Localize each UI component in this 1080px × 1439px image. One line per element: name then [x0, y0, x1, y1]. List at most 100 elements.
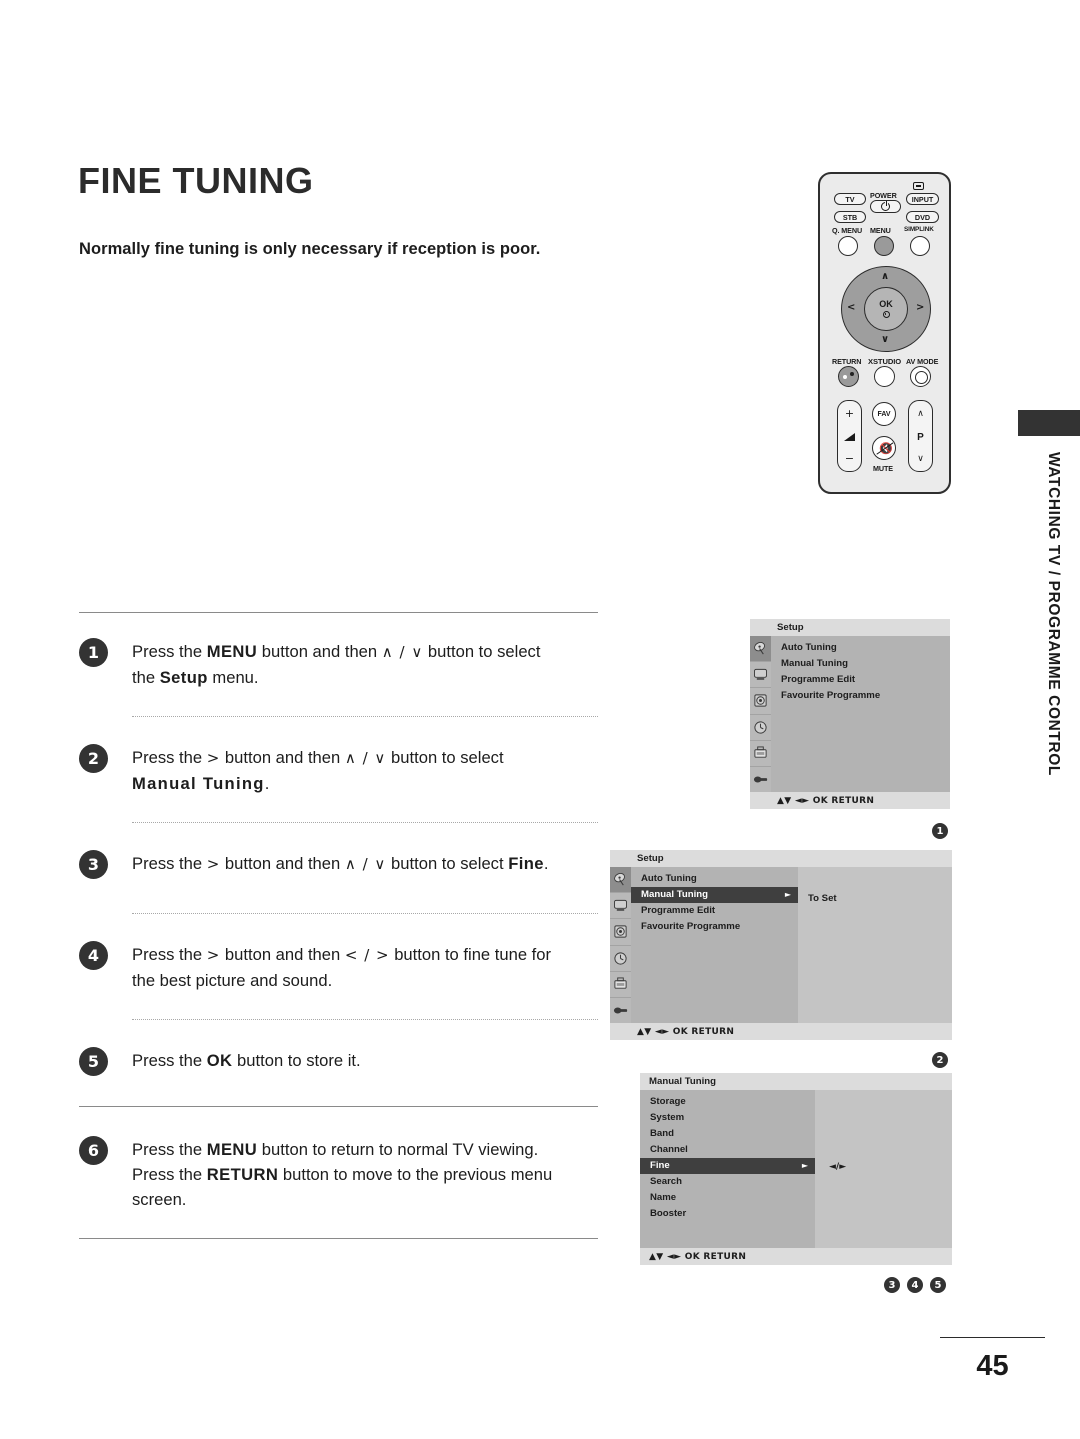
osd3-item-6[interactable]: Name	[640, 1190, 815, 1206]
chevron-right-icon: ►	[784, 890, 791, 899]
osd3-item-1[interactable]: System	[640, 1110, 815, 1126]
osd3-right-label: ◄/►	[829, 1162, 847, 1172]
step-1-l1a: Press the	[132, 642, 207, 661]
stb-button-label: STB	[842, 212, 858, 222]
stb-button[interactable]: STB	[834, 211, 866, 223]
osd1-icon-column	[750, 636, 771, 793]
av-mode-button[interactable]	[910, 366, 931, 387]
q-menu-label: Q. MENU	[832, 226, 863, 235]
osd3-marker-5: 5	[930, 1277, 946, 1293]
input-button[interactable]: INPUT	[906, 193, 939, 205]
volume-rocker[interactable]: + −	[837, 400, 862, 472]
dpad-down-icon: ∨	[881, 334, 890, 345]
xstudio-button[interactable]	[874, 366, 895, 387]
osd1-footer: ▲▼ ◄► OK RETURN	[750, 792, 950, 809]
osd3-body: Storage System Band Channel Fine ► Searc…	[640, 1090, 952, 1248]
osd2-title-text: Setup	[637, 853, 664, 864]
osd1-menu-column: Auto Tuning Manual Tuning Programme Edit…	[771, 636, 950, 792]
return-dot-a-icon	[843, 375, 847, 379]
fav-button[interactable]: FAV	[872, 402, 896, 426]
osd2-item-1-label: Manual Tuning	[641, 889, 708, 900]
osd2-item-2-label: Programme Edit	[641, 905, 716, 916]
step-4-l1a: Press the	[132, 945, 207, 964]
input-source-icon	[913, 182, 924, 190]
time-clock-icon[interactable]	[750, 714, 771, 741]
osd-manual-tuning-menu: Manual Tuning Storage System Band Channe…	[640, 1073, 952, 1265]
osd3-item-5-label: Search	[650, 1176, 682, 1187]
programme-rocker[interactable]: ∧ P ∨	[908, 400, 933, 472]
ok-button[interactable]: OK	[864, 287, 908, 331]
step-6-key2: RETURN	[206, 1165, 279, 1184]
page-number: 45	[976, 1350, 1009, 1382]
step-1-l2b: menu.	[207, 668, 259, 687]
picture-tv-icon[interactable]	[750, 662, 771, 689]
return-label: RETURN	[832, 357, 862, 366]
return-button[interactable]	[838, 366, 859, 387]
osd2-item-0[interactable]: Auto Tuning	[631, 871, 798, 887]
time-clock-icon[interactable]	[610, 945, 631, 972]
osd1-item-2[interactable]: Programme Edit	[771, 672, 950, 688]
step-2-key2: Manual Tuning	[132, 774, 265, 793]
osd1-item-3-label: Favourite Programme	[781, 690, 881, 701]
step-1-key: MENU	[206, 642, 258, 661]
volume-down-label: −	[844, 452, 855, 465]
instruction-steps: 1 Press the MENU button and then ∧ / ∨ b…	[79, 612, 598, 1239]
step-1-l2a: the	[132, 668, 160, 687]
power-icon	[881, 201, 890, 211]
osd2-item-2[interactable]: Programme Edit	[631, 903, 798, 919]
power-button[interactable]	[870, 200, 901, 213]
dvd-button[interactable]: DVD	[906, 211, 939, 223]
mute-button[interactable]: 🔇	[872, 436, 896, 460]
osd1-item-1[interactable]: Manual Tuning	[771, 656, 950, 672]
osd2-body: Auto Tuning Manual Tuning ► Programme Ed…	[610, 867, 952, 1024]
osd3-title: Manual Tuning	[640, 1073, 952, 1090]
q-menu-button[interactable]	[838, 236, 858, 256]
simplink-button[interactable]	[910, 236, 930, 256]
chevron-right-icon: ►	[801, 1161, 808, 1170]
input-connector-icon[interactable]	[750, 766, 771, 793]
osd3-item-3[interactable]: Channel	[640, 1142, 815, 1158]
ok-dot-icon	[882, 311, 890, 318]
step-1-l1c: button to select	[423, 642, 541, 661]
setup-dish-icon[interactable]	[750, 636, 771, 663]
picture-tv-icon[interactable]	[610, 893, 631, 920]
osd2-item-3[interactable]: Favourite Programme	[631, 919, 798, 935]
step-5-l1b: button to store it.	[232, 1051, 361, 1070]
osd2-footer: ▲▼ ◄► OK RETURN	[610, 1023, 952, 1040]
step-4-key: >	[206, 946, 221, 964]
osd3-item-7[interactable]: Booster	[640, 1206, 815, 1222]
setup-dish-icon[interactable]	[610, 867, 631, 894]
osd3-item-5[interactable]: Search	[640, 1174, 815, 1190]
step-2: 2 Press the > button and then ∧ / ∨ butt…	[79, 743, 598, 796]
osd3-item-6-label: Name	[650, 1192, 677, 1203]
osd1-item-3[interactable]: Favourite Programme	[771, 688, 950, 704]
osd3-title-text: Manual Tuning	[649, 1076, 716, 1087]
volume-icon	[844, 433, 855, 441]
osd1-item-0[interactable]: Auto Tuning	[771, 640, 950, 656]
osd3-item-2[interactable]: Band	[640, 1126, 815, 1142]
tv-button[interactable]: TV	[834, 193, 866, 205]
osd-setup-menu-2: Setup Auto Tuning Manual Tuning ► Progra…	[610, 850, 952, 1040]
special-lock-icon[interactable]	[610, 971, 631, 998]
osd3-item-4[interactable]: Fine ►	[640, 1158, 815, 1174]
step-2-arrows: ∧ / ∨	[344, 749, 387, 767]
osd2-item-1[interactable]: Manual Tuning ►	[631, 887, 798, 903]
step-5-text: Press the OK button to store it.	[132, 1046, 361, 1073]
volume-up-label: +	[844, 407, 855, 420]
step-1-number: 1	[79, 638, 108, 667]
input-button-label: INPUT	[911, 194, 934, 204]
step-6: 6 Press the MENU button to return to nor…	[79, 1135, 598, 1212]
input-connector-icon[interactable]	[610, 997, 631, 1024]
sound-speaker-icon[interactable]	[610, 919, 631, 946]
step-5-key: OK	[206, 1051, 233, 1070]
fav-button-label: FAV	[877, 410, 891, 418]
osd2-right-label: To Set	[808, 893, 837, 904]
special-lock-icon[interactable]	[750, 740, 771, 767]
menu-button[interactable]	[874, 236, 894, 256]
sound-speaker-icon[interactable]	[750, 688, 771, 715]
step-1-arrows: ∧ / ∨	[381, 643, 424, 661]
osd1-title: Setup	[750, 619, 950, 636]
intro-text: Normally fine tuning is only necessary i…	[79, 240, 541, 258]
osd3-item-0[interactable]: Storage	[640, 1094, 815, 1110]
section-tab-label: WATCHING TV / PROGRAMME CONTROL	[1045, 452, 1062, 776]
